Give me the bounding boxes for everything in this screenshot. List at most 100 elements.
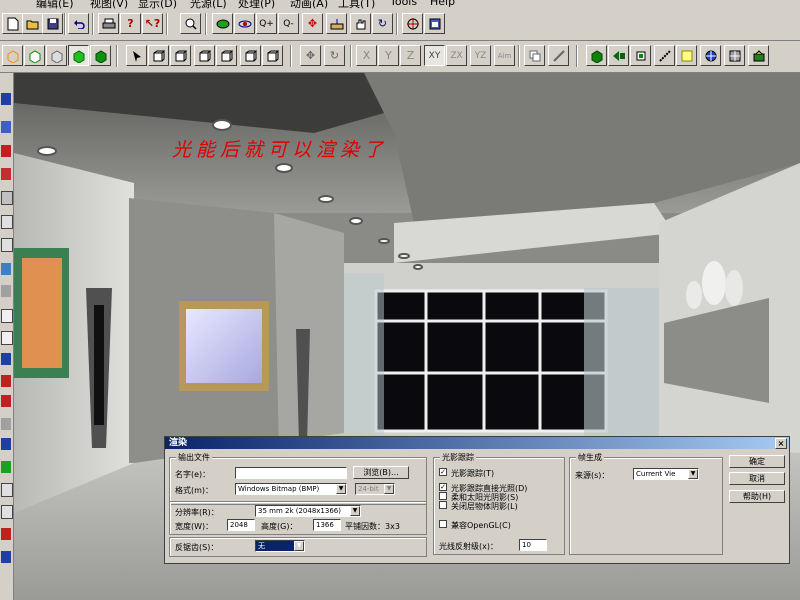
- camera-tool-icon[interactable]: [1, 285, 11, 297]
- pan-icon[interactable]: ✥: [302, 13, 323, 34]
- cylinder-tool-icon[interactable]: [1, 215, 13, 229]
- orbit-icon[interactable]: [234, 13, 255, 34]
- menu-display[interactable]: 显示(D): [138, 0, 177, 9]
- chevron-down-icon[interactable]: ▼: [688, 469, 698, 479]
- help-icon[interactable]: ?: [120, 13, 141, 34]
- mirror-tool-icon[interactable]: [1, 418, 11, 430]
- rotate-icon[interactable]: ↻: [324, 45, 345, 66]
- menu-process[interactable]: 处理(P): [238, 0, 275, 9]
- antialias-select[interactable]: 无 ▼: [255, 540, 305, 552]
- menu-tools-cn[interactable]: 工具(T): [338, 0, 375, 9]
- cut-tool-icon[interactable]: [1, 395, 11, 407]
- hand-icon[interactable]: [350, 13, 371, 34]
- extrude-tool-icon[interactable]: [1, 505, 13, 519]
- path-icon[interactable]: [654, 45, 675, 66]
- box-shaded-icon[interactable]: [68, 45, 89, 66]
- chevron-down-icon[interactable]: ▼: [350, 506, 360, 516]
- plane-yz-button[interactable]: YZ: [470, 45, 491, 66]
- menu-light[interactable]: 光源(L): [190, 0, 227, 9]
- rotate-view-icon[interactable]: ↻: [372, 13, 393, 34]
- measure-icon[interactable]: [548, 45, 569, 66]
- box-gray-icon[interactable]: [46, 45, 67, 66]
- name-field[interactable]: [235, 467, 347, 479]
- save-icon[interactable]: [42, 13, 63, 34]
- layer-shadow-checkbox[interactable]: [439, 501, 447, 509]
- source-select[interactable]: Current Vie ▼: [633, 468, 699, 480]
- delete-tool-icon[interactable]: [1, 375, 11, 387]
- ok-button[interactable]: 确定: [729, 455, 785, 468]
- height-field[interactable]: 1366: [313, 519, 341, 531]
- box-hidden-icon[interactable]: [24, 45, 45, 66]
- texture-icon[interactable]: [724, 45, 745, 66]
- format-select[interactable]: Windows Bitmap (BMP) ▼: [235, 483, 347, 495]
- axis-z-button[interactable]: Z: [400, 45, 421, 66]
- align-tool-icon[interactable]: [1, 438, 11, 450]
- zoom-extents-icon[interactable]: [180, 13, 201, 34]
- menu-tools[interactable]: Tools: [390, 0, 417, 8]
- help-button[interactable]: 帮助(H): [729, 490, 785, 503]
- resolution-select[interactable]: 35 mm 2k (2048x1366) ▼: [255, 505, 361, 517]
- crosshair-icon[interactable]: [402, 13, 423, 34]
- boolean-tool-icon[interactable]: [1, 528, 11, 540]
- zoom-out-icon[interactable]: Q-: [278, 13, 299, 34]
- move-tool-icon[interactable]: [1, 353, 11, 365]
- snap-tool-icon[interactable]: [1, 551, 11, 563]
- open-folder-icon[interactable]: [22, 13, 43, 34]
- chevron-down-icon[interactable]: ▼: [336, 484, 346, 494]
- texture-tool-icon[interactable]: [1, 483, 13, 497]
- browse-button[interactable]: 浏览(B)...: [353, 466, 409, 479]
- render-window-icon[interactable]: [424, 13, 445, 34]
- radiosity-icon[interactable]: [748, 45, 769, 66]
- walk-icon[interactable]: [326, 13, 347, 34]
- material-icon[interactable]: [586, 45, 607, 66]
- plane-zx-button[interactable]: ZX: [446, 45, 467, 66]
- copy-icon[interactable]: [524, 45, 545, 66]
- plane-xy-button[interactable]: XY: [424, 45, 445, 66]
- view-back-icon[interactable]: [170, 45, 191, 66]
- light-tool-icon[interactable]: [1, 263, 11, 275]
- view-left-icon[interactable]: [194, 45, 215, 66]
- close-icon[interactable]: ×: [775, 438, 787, 449]
- opengl-checkbox[interactable]: [439, 520, 447, 528]
- zoom-in-icon[interactable]: Q+: [256, 13, 277, 34]
- sphere-tool-icon[interactable]: [1, 238, 13, 252]
- view-right-icon[interactable]: [216, 45, 237, 66]
- edit-tool-icon[interactable]: [1, 168, 11, 180]
- move-icon[interactable]: ✥: [300, 45, 321, 66]
- animation-icon[interactable]: [608, 45, 629, 66]
- axis-x-button[interactable]: X: [356, 45, 377, 66]
- chevron-down-icon[interactable]: ▼: [294, 541, 304, 551]
- globe-icon[interactable]: [700, 45, 721, 66]
- direct-light-checkbox[interactable]: ✓: [439, 483, 447, 491]
- menu-animation[interactable]: 动画(A): [290, 0, 328, 9]
- box-solid-icon[interactable]: [90, 45, 111, 66]
- eye-view-icon[interactable]: [212, 13, 233, 34]
- view-top-icon[interactable]: [240, 45, 261, 66]
- print-icon[interactable]: [98, 13, 119, 34]
- raytrace-checkbox[interactable]: ✓: [439, 468, 447, 476]
- undo-icon[interactable]: [68, 13, 89, 34]
- light-icon[interactable]: [630, 45, 651, 66]
- paint-tool-icon[interactable]: [1, 461, 11, 473]
- width-field[interactable]: 2048: [227, 519, 255, 531]
- select-tool-icon[interactable]: [1, 93, 11, 105]
- soft-shadow-checkbox[interactable]: [439, 492, 447, 500]
- layer-tool-icon[interactable]: [1, 309, 13, 323]
- box-tool-icon[interactable]: [1, 191, 13, 205]
- menu-edit[interactable]: 编辑(E): [36, 0, 74, 9]
- new-file-icon[interactable]: [2, 13, 23, 34]
- axis-y-button[interactable]: Y: [378, 45, 399, 66]
- draw-tool-icon[interactable]: [1, 145, 11, 157]
- box-wire-icon[interactable]: [2, 45, 23, 66]
- view-bottom-icon[interactable]: [262, 45, 283, 66]
- sun-icon[interactable]: [676, 45, 697, 66]
- menu-view[interactable]: 视图(V): [90, 0, 128, 9]
- menu-help[interactable]: Help: [430, 0, 455, 8]
- reflect-level-field[interactable]: 10: [519, 539, 547, 551]
- cancel-button[interactable]: 取消: [729, 472, 785, 485]
- view-front-icon[interactable]: [148, 45, 169, 66]
- context-help-icon[interactable]: ↖?: [142, 13, 163, 34]
- group-tool-icon[interactable]: [1, 331, 13, 345]
- select-object-icon[interactable]: [126, 45, 147, 66]
- pick-tool-icon[interactable]: [1, 121, 11, 133]
